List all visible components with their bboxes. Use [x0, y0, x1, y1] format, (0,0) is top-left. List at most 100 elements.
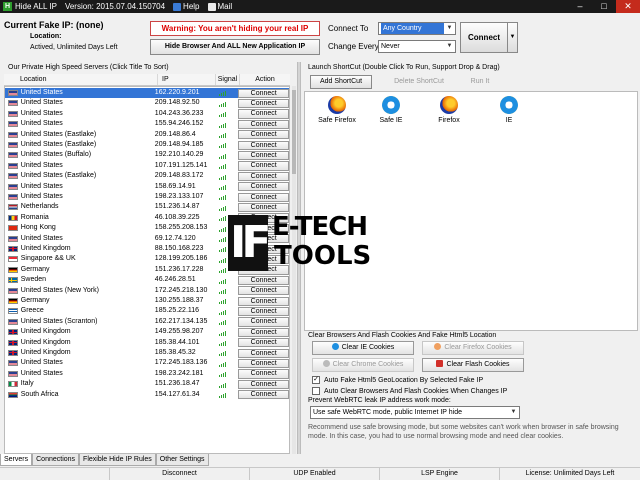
row-connect-button[interactable]: Connect: [238, 369, 289, 379]
column-signal[interactable]: Signal: [216, 74, 240, 85]
clear-cookies-group: Clear Browsers And Flash Cookies And Fak…: [304, 332, 638, 453]
signal-icon: [211, 306, 234, 316]
ie-icon: [331, 343, 339, 350]
clear-ie-cookies-button[interactable]: Clear IE Cookies: [312, 341, 414, 355]
row-connect-button[interactable]: Connect: [238, 88, 289, 98]
row-connect-button[interactable]: Connect: [238, 109, 289, 119]
checkbox-unchecked-icon: [312, 387, 320, 395]
server-ip: 128.199.205.186: [154, 255, 208, 263]
table-row[interactable]: United States 209.148.92.50 Connect: [5, 98, 289, 109]
row-connect-button[interactable]: Connect: [238, 296, 289, 306]
minimize-button[interactable]: –: [568, 0, 592, 13]
table-row[interactable]: United Kingdom 185.38.44.101 Connect: [5, 338, 289, 348]
webrtc-mode-select[interactable]: Use safe WebRTC mode, public Internet IP…: [310, 406, 520, 419]
row-connect-button[interactable]: Connect: [238, 275, 289, 286]
row-connect-button[interactable]: Connect: [238, 317, 289, 327]
table-row[interactable]: United States (Eastlake) 209.148.83.172 Co…: [5, 171, 289, 182]
server-ip: 104.243.36.233: [154, 109, 204, 117]
shortcut-ie[interactable]: IE: [479, 96, 539, 124]
table-row[interactable]: United States 172.245.183.136 Connect: [5, 358, 289, 369]
table-row[interactable]: Sweden 46.246.28.51 Connect: [5, 275, 289, 286]
row-connect-button[interactable]: Connect: [238, 348, 289, 358]
column-location[interactable]: Location: [4, 74, 158, 85]
row-connect-button[interactable]: Connect: [238, 358, 289, 369]
server-location: Singapore && UK: [20, 255, 76, 263]
column-ip[interactable]: IP: [158, 74, 216, 85]
clear-firefox-cookies-button[interactable]: Clear Firefox Cookies: [422, 341, 524, 355]
shortcut-firefox[interactable]: Firefox: [419, 96, 479, 124]
table-row[interactable]: United States (Eastlake) 209.148.86.4 Conn…: [5, 130, 289, 140]
table-row[interactable]: Germany 130.255.188.37 Connect: [5, 296, 289, 306]
column-action[interactable]: Action: [240, 74, 290, 85]
server-ip: 172.245.218.130: [154, 286, 208, 294]
connect-button[interactable]: Connect: [460, 22, 508, 53]
server-ip: 130.255.188.37: [154, 297, 204, 304]
auto-clear-checkbox[interactable]: Auto Clear Browsers And Flash Cookies Wh…: [312, 387, 507, 395]
help-menu[interactable]: Help: [173, 2, 200, 11]
signal-icon: [211, 150, 234, 160]
row-connect-button[interactable]: Connect: [238, 140, 289, 150]
clear-flash-cookies-button[interactable]: Clear Flash Cookies: [422, 358, 524, 372]
table-row[interactable]: United Kingdom 185.38.45.32 Connect: [5, 348, 289, 358]
tab-connections[interactable]: Connections: [32, 454, 80, 466]
connect-dropdown-button[interactable]: ▼: [508, 22, 518, 53]
server-location: Sweden: [20, 276, 47, 284]
row-connect-button[interactable]: Connect: [238, 130, 289, 140]
table-row[interactable]: Greece 185.25.22.116 Connect: [5, 306, 289, 317]
server-ip: 185.25.22.116: [154, 307, 200, 315]
table-row[interactable]: United States 104.243.36.233 Connect: [5, 109, 289, 119]
row-connect-button[interactable]: Connect: [238, 161, 289, 171]
flag-icon: [8, 391, 18, 398]
mail-menu[interactable]: Mail: [207, 2, 232, 11]
table-row[interactable]: United States (Buffalo) 192.210.140.29 Con…: [5, 150, 289, 161]
tab-servers[interactable]: Servers: [0, 454, 33, 466]
row-connect-button[interactable]: Connect: [238, 338, 289, 348]
status-license: License: Unlimited Days Left: [525, 470, 615, 477]
table-row[interactable]: United States 155.94.246.152 Connect: [5, 119, 289, 130]
table-row[interactable]: United States 158.69.14.91 Connect: [5, 182, 289, 192]
row-connect-button[interactable]: Connect: [238, 202, 289, 213]
row-connect-button[interactable]: Connect: [238, 306, 289, 317]
table-row[interactable]: United States (New York) 172.245.218.130 C…: [5, 286, 289, 296]
tab-other-settings[interactable]: Other Settings: [155, 454, 209, 466]
server-location: Romania: [20, 213, 49, 221]
table-row[interactable]: United Kingdom 149.255.98.207 Connect: [5, 327, 289, 338]
clear-chrome-cookies-button[interactable]: Clear Chrome Cookies: [312, 358, 414, 372]
close-button[interactable]: ✕: [616, 0, 640, 13]
signal-icon: [211, 348, 234, 358]
row-connect-button[interactable]: Connect: [238, 98, 289, 109]
row-connect-button[interactable]: Connect: [238, 327, 289, 338]
shortcut-area[interactable]: Safe Firefox Safe IE Firefox IE: [304, 91, 638, 331]
row-connect-button[interactable]: Connect: [238, 119, 289, 130]
row-connect-button[interactable]: Connect: [238, 192, 289, 202]
row-connect-button[interactable]: Connect: [238, 150, 289, 161]
table-row[interactable]: United States (Scranton) 162.217.134.135 C…: [5, 317, 289, 327]
add-shortcut-button[interactable]: Add ShortCut: [310, 75, 372, 89]
flag-icon: [8, 162, 18, 169]
row-connect-button[interactable]: Connect: [238, 379, 289, 390]
run-it-button[interactable]: Run It: [460, 75, 500, 89]
row-connect-button[interactable]: Connect: [238, 182, 289, 192]
change-every-select[interactable]: Never ▼: [378, 40, 456, 53]
row-connect-button[interactable]: Connect: [238, 286, 289, 296]
table-row[interactable]: United States 198.23.133.107 Connect: [5, 192, 289, 202]
table-row[interactable]: United States 107.191.125.141 Connect: [5, 161, 289, 171]
table-row[interactable]: Italy 151.236.18.47 Connect: [5, 379, 289, 390]
tab-flexible-rules[interactable]: Flexible Hide IP Rules: [79, 454, 156, 466]
scrollbar-thumb[interactable]: [292, 90, 296, 174]
delete-shortcut-button[interactable]: Delete ShortCut: [384, 75, 454, 89]
maximize-button[interactable]: □: [592, 0, 616, 13]
html5-geolocation-checkbox[interactable]: ✓ Auto Fake Html5 GeoLocation By Selected…: [312, 376, 483, 384]
table-row[interactable]: United States 198.23.242.181 Connect: [5, 369, 289, 379]
shortcut-safe-ie[interactable]: Safe IE: [361, 96, 421, 124]
connect-to-select[interactable]: Any Country ▼: [378, 22, 456, 35]
mail-icon: [207, 2, 216, 11]
shortcut-safe-firefox[interactable]: Safe Firefox: [307, 96, 367, 124]
row-connect-button[interactable]: Connect: [238, 171, 289, 182]
row-connect-button[interactable]: Connect: [238, 390, 289, 400]
signal-icon: [211, 369, 234, 379]
table-row[interactable]: United States (Eastlake) 209.148.94.185 Co…: [5, 140, 289, 150]
table-row[interactable]: United States 162.220.9.201 Connect: [5, 88, 289, 99]
table-row[interactable]: South Africa 154.127.61.34 Connect: [5, 390, 289, 400]
hide-browser-button[interactable]: Hide Browser And ALL New Application IP: [150, 39, 320, 55]
